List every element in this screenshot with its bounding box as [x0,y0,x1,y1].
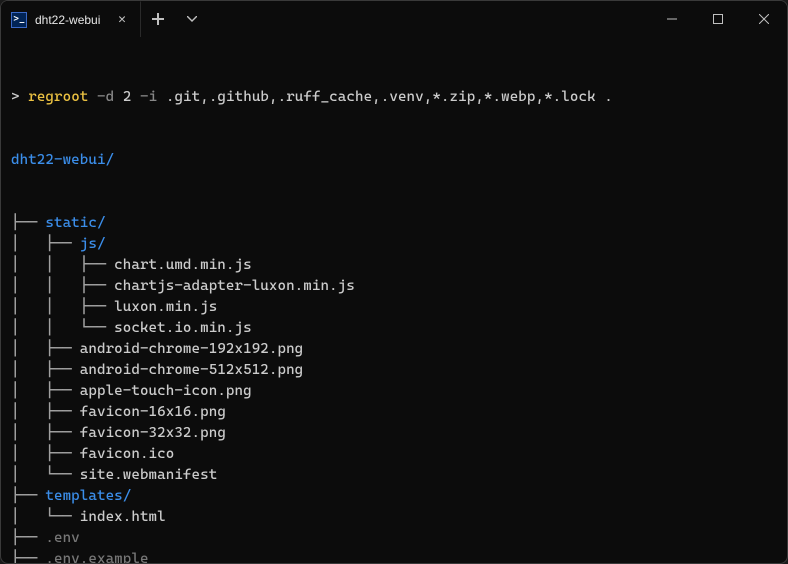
tree-row: ├── static/ [11,213,777,234]
tree-row: │ └── site.webmanifest [11,465,777,486]
tree-row: ├── .env [11,528,777,549]
tab-dropdown-button[interactable] [175,1,209,37]
tree-indent: │ ├── [11,425,80,441]
tree-row: ├── templates/ [11,486,777,507]
tree-indent: │ ├── [11,236,80,252]
tree-entry: luxon.min.js [114,299,217,315]
tree-row: │ ├── js/ [11,234,777,255]
tree-entry: favicon-32x32.png [80,425,226,441]
tree-indent: │ │ └── [11,320,114,336]
tree-indent: │ ├── [11,341,80,357]
tree-indent: │ ├── [11,362,80,378]
tree-indent: ├── [11,488,45,504]
chevron-down-icon [187,16,197,22]
terminal-content[interactable]: > regroot -d 2 -i .git,.github,.ruff_cac… [1,37,787,563]
plus-icon [152,13,164,25]
command-exe: regroot [28,89,88,105]
tab-area: >_ dht22-webui ✕ [1,1,209,37]
tree-row: ├── .env.example [11,549,777,563]
command-line: > regroot -d 2 -i .git,.github,.ruff_cac… [11,87,777,108]
tree-entry: chart.umd.min.js [114,257,252,273]
minimize-button[interactable] [649,1,695,37]
tree-entry: favicon.ico [80,446,175,462]
tree-entry: index.html [80,509,166,525]
window-controls [649,1,787,37]
tree-row: │ ├── android-chrome-192x192.png [11,339,777,360]
tree-indent: │ └── [11,509,80,525]
tree-entry: .env.example [45,551,148,563]
terminal-window: >_ dht22-webui ✕ > regroot -d 2 [0,0,788,564]
tree-indent: │ ├── [11,383,80,399]
maximize-button[interactable] [695,1,741,37]
command-flag-i: -i [140,89,157,105]
tree-root: dht22-webui/ [11,150,777,171]
titlebar: >_ dht22-webui ✕ [1,1,787,37]
tree-row: │ ├── android-chrome-512x512.png [11,360,777,381]
tree-indent: │ │ ├── [11,278,114,294]
tree-entry: socket.io.min.js [114,320,252,336]
tree-indent: │ ├── [11,404,80,420]
prompt-symbol: > [11,89,20,105]
tree-row: │ ├── apple-touch-icon.png [11,381,777,402]
command-depth: 2 [123,89,132,105]
tree-indent: │ │ ├── [11,299,114,315]
close-tab-icon[interactable]: ✕ [114,12,130,28]
tree-row: │ │ ├── chart.umd.min.js [11,255,777,276]
powershell-icon: >_ [11,12,27,28]
tree-indent: ├── [11,215,45,231]
command-flag-d: -d [97,89,114,105]
tree-entry: templates/ [45,488,131,504]
tab-active[interactable]: >_ dht22-webui ✕ [1,1,141,37]
titlebar-drag-region[interactable] [209,1,649,37]
command-path: . [604,89,613,105]
tree-indent: │ ├── [11,446,80,462]
close-icon [759,14,769,24]
tree-entry: android-chrome-192x192.png [80,341,304,357]
tree-row: │ │ ├── chartjs-adapter-luxon.min.js [11,276,777,297]
tree-entry: site.webmanifest [80,467,218,483]
tree-entry: apple-touch-icon.png [80,383,252,399]
tree-indent: │ └── [11,467,80,483]
tree-row: │ ├── favicon-16x16.png [11,402,777,423]
tree-entry: favicon-16x16.png [80,404,226,420]
tree-indent: ├── [11,551,45,563]
tree-indent: │ │ ├── [11,257,114,273]
tree-indent: ├── [11,530,45,546]
maximize-icon [713,14,723,24]
tree-entry: android-chrome-512x512.png [80,362,304,378]
tree-row: │ └── index.html [11,507,777,528]
tree-row: │ ├── favicon.ico [11,444,777,465]
close-window-button[interactable] [741,1,787,37]
tree-row: │ ├── favicon-32x32.png [11,423,777,444]
tree-entry: chartjs-adapter-luxon.min.js [114,278,355,294]
tree-root-name: dht22-webui/ [11,152,114,168]
tree-entry: js/ [80,236,106,252]
tree-body: ├── static/│ ├── js/│ │ ├── chart.umd.mi… [11,213,777,563]
tree-entry: .env [45,530,79,546]
tab-title: dht22-webui [35,13,106,27]
minimize-icon [667,14,677,24]
command-ignore-list: .git,.github,.ruff_cache,.venv,*.zip,*.w… [166,89,596,105]
tree-row: │ │ ├── luxon.min.js [11,297,777,318]
tree-row: │ │ └── socket.io.min.js [11,318,777,339]
tree-entry: static/ [45,215,105,231]
new-tab-button[interactable] [141,1,175,37]
